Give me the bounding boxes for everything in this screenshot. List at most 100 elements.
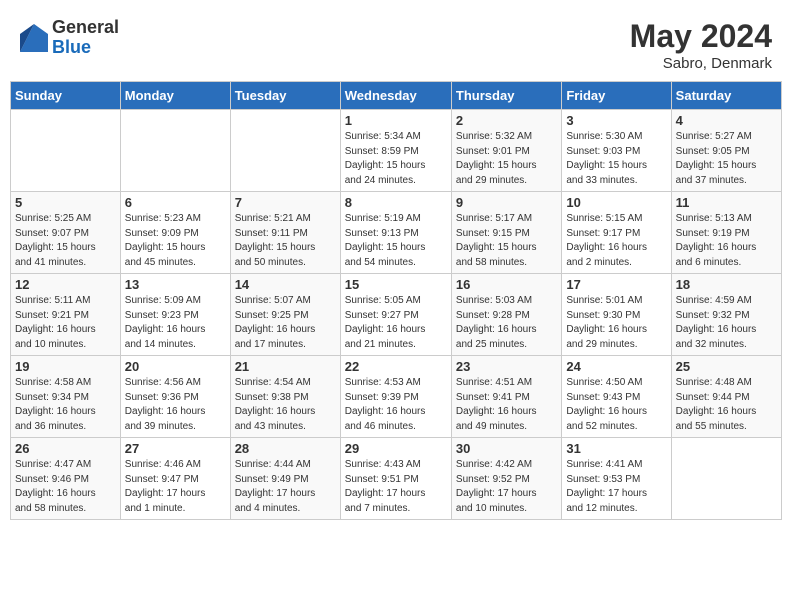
- day-number: 2: [456, 113, 557, 128]
- week-row-1: 1 Sunrise: 5:34 AM Sunset: 8:59 PM Daylig…: [11, 110, 782, 192]
- day-info: Sunrise: 4:51 AM Sunset: 9:41 PM Dayligh…: [456, 376, 557, 434]
- calendar-cell: 24 Sunrise: 4:50 AM Sunset: 9:43 PM Dayli…: [562, 356, 671, 438]
- calendar-cell: 9 Sunrise: 5:17 AM Sunset: 9:15 PM Daylig…: [451, 192, 561, 274]
- month-year: May 2024: [630, 18, 772, 55]
- day-number: 5: [15, 195, 116, 210]
- calendar-cell: 21Sunrise: 4:54 AM Sunset: 9:38 PM Dayli…: [230, 356, 340, 438]
- day-info: Sunrise: 4:59 AM Sunset: 9:32 PM Dayligh…: [676, 294, 777, 352]
- calendar-cell: 17 Sunrise: 5:01 AM Sunset: 9:30 PM Dayli…: [562, 274, 671, 356]
- calendar-cell: 11 Sunrise: 5:13 AM Sunset: 9:19 PM Dayli…: [671, 192, 781, 274]
- calendar-cell: 27 Sunrise: 4:46 AM Sunset: 9:47 PM Dayli…: [120, 438, 230, 520]
- col-header-monday: Monday: [120, 82, 230, 110]
- day-info: Sunrise: 4:42 AM Sunset: 9:52 PM Dayligh…: [456, 458, 557, 516]
- calendar-cell: 28Sunrise: 4:44 AM Sunset: 9:49 PM Dayli…: [230, 438, 340, 520]
- day-number: 24: [566, 359, 666, 374]
- logo-blue-text: Blue: [52, 38, 119, 58]
- header: General Blue May 2024 Sabro, Denmark: [10, 10, 782, 77]
- calendar-cell: [120, 110, 230, 192]
- day-info: Sunrise: 5:23 AM Sunset: 9:09 PM Dayligh…: [125, 212, 226, 270]
- calendar-cell: 14 Sunrise: 5:07 AM Sunset: 9:25 PM Dayli…: [230, 274, 340, 356]
- day-number: 13: [125, 277, 226, 292]
- calendar-cell: [671, 438, 781, 520]
- day-number: 7: [235, 195, 336, 210]
- calendar-table: SundayMondayTuesdayWednesdayThursdayFrid…: [10, 81, 782, 520]
- col-header-sunday: Sunday: [11, 82, 121, 110]
- day-number: 27: [125, 441, 226, 456]
- calendar-cell: 25 Sunrise: 4:48 AM Sunset: 9:44 PM Dayli…: [671, 356, 781, 438]
- day-info: Sunrise: 5:07 AM Sunset: 9:25 PM Dayligh…: [235, 294, 336, 352]
- day-info: Sunrise: 4:53 AM Sunset: 9:39 PM Dayligh…: [345, 376, 447, 434]
- day-info: Sunrise: 5:32 AM Sunset: 9:01 PM Dayligh…: [456, 130, 557, 188]
- calendar-cell: 1 Sunrise: 5:34 AM Sunset: 8:59 PM Daylig…: [340, 110, 451, 192]
- calendar-cell: 29Sunrise: 4:43 AM Sunset: 9:51 PM Dayli…: [340, 438, 451, 520]
- day-number: 18: [676, 277, 777, 292]
- day-number: 31: [566, 441, 666, 456]
- calendar-cell: 5Sunrise: 5:25 AM Sunset: 9:07 PM Daylig…: [11, 192, 121, 274]
- calendar-cell: 4 Sunrise: 5:27 AM Sunset: 9:05 PM Daylig…: [671, 110, 781, 192]
- calendar-cell: 30 Sunrise: 4:42 AM Sunset: 9:52 PM Dayli…: [451, 438, 561, 520]
- week-row-4: 19 Sunrise: 4:58 AM Sunset: 9:34 PM Dayli…: [11, 356, 782, 438]
- calendar-cell: [230, 110, 340, 192]
- location: Sabro, Denmark: [630, 55, 772, 72]
- day-info: Sunrise: 5:03 AM Sunset: 9:28 PM Dayligh…: [456, 294, 557, 352]
- calendar-cell: 15Sunrise: 5:05 AM Sunset: 9:27 PM Dayli…: [340, 274, 451, 356]
- day-number: 1: [345, 113, 447, 128]
- calendar-cell: [11, 110, 121, 192]
- week-row-5: 26Sunrise: 4:47 AM Sunset: 9:46 PM Dayli…: [11, 438, 782, 520]
- day-number: 25: [676, 359, 777, 374]
- day-number: 14: [235, 277, 336, 292]
- day-info: Sunrise: 4:56 AM Sunset: 9:36 PM Dayligh…: [125, 376, 226, 434]
- day-number: 19: [15, 359, 116, 374]
- logo-general-text: General: [52, 18, 119, 38]
- day-number: 9: [456, 195, 557, 210]
- week-row-2: 5Sunrise: 5:25 AM Sunset: 9:07 PM Daylig…: [11, 192, 782, 274]
- col-header-wednesday: Wednesday: [340, 82, 451, 110]
- day-number: 6: [125, 195, 226, 210]
- day-number: 17: [566, 277, 666, 292]
- calendar-cell: 7Sunrise: 5:21 AM Sunset: 9:11 PM Daylig…: [230, 192, 340, 274]
- col-header-saturday: Saturday: [671, 82, 781, 110]
- logo: General Blue: [20, 18, 119, 58]
- week-row-3: 12Sunrise: 5:11 AM Sunset: 9:21 PM Dayli…: [11, 274, 782, 356]
- calendar-cell: 31 Sunrise: 4:41 AM Sunset: 9:53 PM Dayli…: [562, 438, 671, 520]
- col-header-thursday: Thursday: [451, 82, 561, 110]
- day-number: 20: [125, 359, 226, 374]
- calendar-cell: 6 Sunrise: 5:23 AM Sunset: 9:09 PM Daylig…: [120, 192, 230, 274]
- day-info: Sunrise: 4:58 AM Sunset: 9:34 PM Dayligh…: [15, 376, 116, 434]
- day-number: 10: [566, 195, 666, 210]
- day-number: 4: [676, 113, 777, 128]
- logo-icon: [20, 24, 48, 52]
- calendar-cell: 13Sunrise: 5:09 AM Sunset: 9:23 PM Dayli…: [120, 274, 230, 356]
- calendar-cell: 20 Sunrise: 4:56 AM Sunset: 9:36 PM Dayli…: [120, 356, 230, 438]
- calendar-cell: 8 Sunrise: 5:19 AM Sunset: 9:13 PM Daylig…: [340, 192, 451, 274]
- day-info: Sunrise: 5:19 AM Sunset: 9:13 PM Dayligh…: [345, 212, 447, 270]
- day-info: Sunrise: 5:11 AM Sunset: 9:21 PM Dayligh…: [15, 294, 116, 352]
- day-number: 30: [456, 441, 557, 456]
- title-block: May 2024 Sabro, Denmark: [630, 18, 772, 72]
- day-info: Sunrise: 5:30 AM Sunset: 9:03 PM Dayligh…: [566, 130, 666, 188]
- day-info: Sunrise: 5:34 AM Sunset: 8:59 PM Dayligh…: [345, 130, 447, 188]
- day-number: 22: [345, 359, 447, 374]
- day-number: 8: [345, 195, 447, 210]
- col-header-tuesday: Tuesday: [230, 82, 340, 110]
- day-info: Sunrise: 5:13 AM Sunset: 9:19 PM Dayligh…: [676, 212, 777, 270]
- col-header-friday: Friday: [562, 82, 671, 110]
- day-info: Sunrise: 4:48 AM Sunset: 9:44 PM Dayligh…: [676, 376, 777, 434]
- day-info: Sunrise: 5:01 AM Sunset: 9:30 PM Dayligh…: [566, 294, 666, 352]
- day-info: Sunrise: 4:44 AM Sunset: 9:49 PM Dayligh…: [235, 458, 336, 516]
- calendar-cell: 19 Sunrise: 4:58 AM Sunset: 9:34 PM Dayli…: [11, 356, 121, 438]
- day-info: Sunrise: 4:50 AM Sunset: 9:43 PM Dayligh…: [566, 376, 666, 434]
- day-info: Sunrise: 5:27 AM Sunset: 9:05 PM Dayligh…: [676, 130, 777, 188]
- calendar-cell: 26Sunrise: 4:47 AM Sunset: 9:46 PM Dayli…: [11, 438, 121, 520]
- day-info: Sunrise: 4:41 AM Sunset: 9:53 PM Dayligh…: [566, 458, 666, 516]
- calendar-cell: 22 Sunrise: 4:53 AM Sunset: 9:39 PM Dayli…: [340, 356, 451, 438]
- calendar-cell: 18 Sunrise: 4:59 AM Sunset: 9:32 PM Dayli…: [671, 274, 781, 356]
- day-info: Sunrise: 4:46 AM Sunset: 9:47 PM Dayligh…: [125, 458, 226, 516]
- day-info: Sunrise: 5:15 AM Sunset: 9:17 PM Dayligh…: [566, 212, 666, 270]
- day-info: Sunrise: 4:47 AM Sunset: 9:46 PM Dayligh…: [15, 458, 116, 516]
- day-number: 11: [676, 195, 777, 210]
- calendar-cell: 3Sunrise: 5:30 AM Sunset: 9:03 PM Daylig…: [562, 110, 671, 192]
- day-info: Sunrise: 5:05 AM Sunset: 9:27 PM Dayligh…: [345, 294, 447, 352]
- day-info: Sunrise: 4:43 AM Sunset: 9:51 PM Dayligh…: [345, 458, 447, 516]
- day-info: Sunrise: 5:17 AM Sunset: 9:15 PM Dayligh…: [456, 212, 557, 270]
